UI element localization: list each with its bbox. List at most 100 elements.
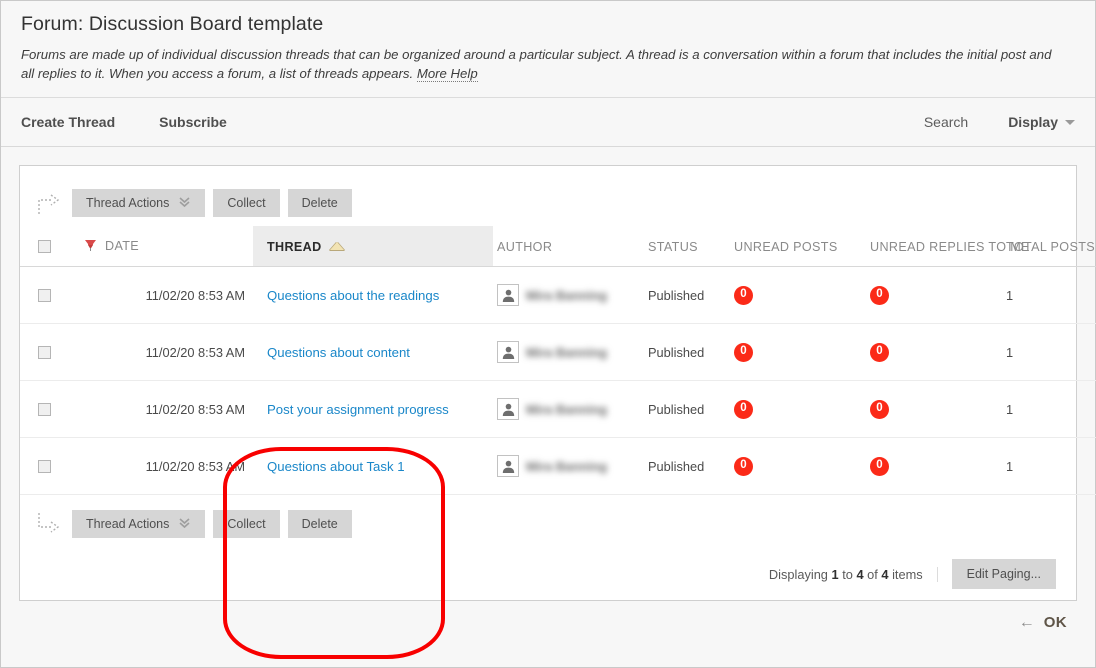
header-date-label: DATE bbox=[105, 239, 139, 253]
action-bar-right: Search Display bbox=[924, 114, 1075, 130]
edit-paging-button[interactable]: Edit Paging... bbox=[952, 559, 1056, 589]
forum-page: Forum: Discussion Board template Forums … bbox=[0, 0, 1096, 668]
header-status[interactable]: STATUS bbox=[644, 226, 730, 267]
unread-posts-badge: 0 bbox=[734, 286, 753, 305]
threads-table-body: 11/02/20 8:53 AM Questions about the read… bbox=[20, 267, 1096, 495]
paging-of-word: of bbox=[867, 567, 878, 582]
search-button[interactable]: Search bbox=[924, 114, 968, 130]
ok-button-label: OK bbox=[1044, 614, 1067, 631]
action-bar-left: Create Thread Subscribe bbox=[21, 114, 271, 130]
row-author-cell: Mira Banning bbox=[493, 381, 644, 438]
row-unread-posts-cell: 0 bbox=[730, 324, 866, 381]
row-total-posts: 1 bbox=[1002, 438, 1096, 495]
header-author[interactable]: AUTHOR bbox=[493, 226, 644, 267]
row-thread-cell: Questions about content bbox=[253, 324, 493, 381]
unread-replies-badge: 0 bbox=[870, 343, 889, 362]
row-checkbox[interactable] bbox=[38, 460, 51, 473]
header-status-label: STATUS bbox=[648, 240, 698, 254]
header-total-posts-label: TOTAL POSTS bbox=[1006, 240, 1095, 254]
page-description-text: Forums are made up of individual discuss… bbox=[21, 47, 1051, 81]
paging-to: 4 bbox=[856, 567, 863, 582]
ok-button[interactable]: ← OK bbox=[1013, 613, 1073, 632]
row-thread-cell: Post your assignment progress bbox=[253, 381, 493, 438]
row-status: Published bbox=[644, 267, 730, 324]
threads-table: DATE THREAD AUTHOR STATUS UNREAD POSTS U… bbox=[20, 226, 1096, 495]
row-checkbox[interactable] bbox=[38, 289, 51, 302]
display-menu-label: Display bbox=[1008, 114, 1058, 130]
header-author-label: AUTHOR bbox=[497, 240, 552, 254]
paging-from: 1 bbox=[832, 567, 839, 582]
thread-link[interactable]: Post your assignment progress bbox=[267, 402, 449, 417]
thread-link[interactable]: Questions about Task 1 bbox=[267, 459, 405, 474]
table-row: 11/02/20 8:53 AM Questions about Task 1 Mi… bbox=[20, 438, 1096, 495]
header-date[interactable]: DATE bbox=[80, 226, 253, 267]
unread-replies-badge: 0 bbox=[870, 457, 889, 476]
subscribe-button[interactable]: Subscribe bbox=[159, 114, 227, 130]
thread-actions-label: Thread Actions bbox=[86, 196, 169, 210]
row-thread-cell: Questions about the readings bbox=[253, 267, 493, 324]
thread-link[interactable]: Questions about content bbox=[267, 345, 410, 360]
dotted-arrow-icon bbox=[36, 511, 64, 537]
header-total-posts[interactable]: TOTAL POSTS bbox=[1002, 226, 1096, 267]
avatar bbox=[497, 455, 519, 477]
paging-row: Displaying 1 to 4 of 4 items Edit Paging… bbox=[20, 543, 1076, 589]
row-unread-replies-cell: 0 bbox=[866, 381, 1002, 438]
header-unread-posts[interactable]: UNREAD POSTS bbox=[730, 226, 866, 267]
thread-actions-label: Thread Actions bbox=[86, 517, 169, 531]
header-unread-posts-label: UNREAD POSTS bbox=[734, 240, 838, 254]
action-bar: Create Thread Subscribe Search Display bbox=[1, 98, 1095, 147]
thread-actions-button-bottom[interactable]: Thread Actions bbox=[72, 510, 205, 538]
author-name: Mira Banning bbox=[526, 345, 607, 360]
toolbar-top: Thread Actions Collect Delete bbox=[20, 184, 1076, 222]
display-menu-button[interactable]: Display bbox=[1008, 114, 1075, 130]
avatar bbox=[497, 398, 519, 420]
chevron-down-icon bbox=[1065, 120, 1075, 125]
more-help-link[interactable]: More Help bbox=[417, 66, 478, 82]
double-chevron-down-icon bbox=[178, 196, 191, 211]
row-date: 11/02/20 8:53 AM bbox=[80, 438, 253, 495]
select-all-checkbox[interactable] bbox=[38, 240, 51, 253]
row-select-cell bbox=[20, 267, 80, 324]
unread-replies-badge: 0 bbox=[870, 286, 889, 305]
avatar bbox=[497, 284, 519, 306]
paging-to-word: to bbox=[842, 567, 853, 582]
row-checkbox[interactable] bbox=[38, 346, 51, 359]
header-thread[interactable]: THREAD bbox=[253, 226, 493, 267]
delete-button-top[interactable]: Delete bbox=[288, 189, 352, 217]
author-name: Mira Banning bbox=[526, 459, 607, 474]
page-title: Forum: Discussion Board template bbox=[21, 11, 1075, 37]
row-unread-posts-cell: 0 bbox=[730, 381, 866, 438]
footer: ← OK bbox=[1, 601, 1095, 632]
paging-status: Displaying 1 to 4 of 4 items bbox=[769, 567, 938, 582]
header-unread-replies-to-me[interactable]: UNREAD REPLIES TO ME bbox=[866, 226, 1002, 267]
row-unread-posts-cell: 0 bbox=[730, 438, 866, 495]
header-thread-label: THREAD bbox=[267, 240, 322, 254]
unread-posts-badge: 0 bbox=[734, 400, 753, 419]
row-select-cell bbox=[20, 381, 80, 438]
thread-actions-button-top[interactable]: Thread Actions bbox=[72, 189, 205, 217]
row-status: Published bbox=[644, 438, 730, 495]
collect-button-top[interactable]: Collect bbox=[213, 189, 279, 217]
create-thread-button[interactable]: Create Thread bbox=[21, 114, 115, 130]
table-row: 11/02/20 8:53 AM Post your assignment pro… bbox=[20, 381, 1096, 438]
row-select-cell bbox=[20, 324, 80, 381]
author-name: Mira Banning bbox=[526, 288, 607, 303]
collect-button-bottom[interactable]: Collect bbox=[213, 510, 279, 538]
paging-items-word: items bbox=[892, 567, 923, 582]
row-checkbox[interactable] bbox=[38, 403, 51, 416]
threads-header-row: DATE THREAD AUTHOR STATUS UNREAD POSTS U… bbox=[20, 226, 1096, 267]
table-row: 11/02/20 8:53 AMQuestions about contentM… bbox=[20, 324, 1096, 381]
sort-ascending-icon bbox=[330, 242, 344, 250]
row-total-posts: 1 bbox=[1002, 324, 1096, 381]
row-author-cell: Mira Banning bbox=[493, 324, 644, 381]
thread-list-panel: Thread Actions Collect Delete DATE bbox=[19, 165, 1077, 601]
row-date: 11/02/20 8:53 AM bbox=[80, 381, 253, 438]
row-status: Published bbox=[644, 381, 730, 438]
content-wrap: Thread Actions Collect Delete DATE bbox=[1, 147, 1095, 601]
row-total-posts: 1 bbox=[1002, 381, 1096, 438]
delete-button-bottom[interactable]: Delete bbox=[288, 510, 352, 538]
avatar bbox=[497, 341, 519, 363]
unread-posts-badge: 0 bbox=[734, 457, 753, 476]
thread-link[interactable]: Questions about the readings bbox=[267, 288, 439, 303]
row-date: 11/02/20 8:53 AM bbox=[80, 267, 253, 324]
